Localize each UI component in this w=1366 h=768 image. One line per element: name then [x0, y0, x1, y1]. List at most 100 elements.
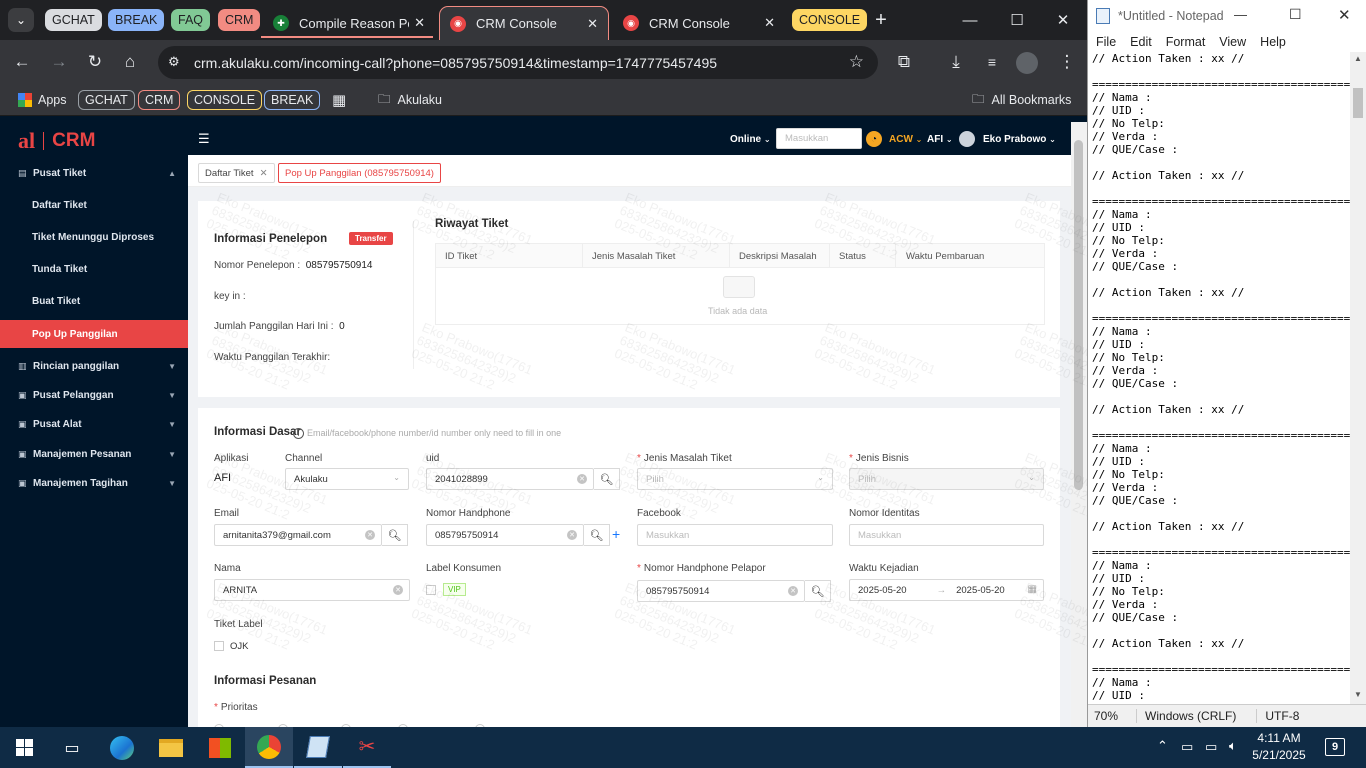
- sidebar-item-tiket-menunggu[interactable]: Tiket Menunggu Diproses: [0, 222, 188, 252]
- display-icon[interactable]: ▭: [1205, 739, 1217, 755]
- sidebar-group-alat[interactable]: ▣ Pusat Alat ▼: [0, 409, 188, 439]
- close-tab-icon[interactable]: ✕: [764, 15, 775, 31]
- bookmark-gchat[interactable]: GCHAT: [78, 90, 135, 110]
- clear-icon[interactable]: ✕: [567, 530, 577, 540]
- afi-dropdown[interactable]: AFI ⌄: [927, 134, 953, 145]
- tab-crm-console-active[interactable]: ◉ CRM Console ✕: [439, 6, 609, 40]
- site-info-icon[interactable]: ⚙: [168, 54, 180, 70]
- bookmark-console[interactable]: CONSOLE: [187, 90, 263, 110]
- user-avatar[interactable]: [959, 131, 975, 147]
- sidebar-group-pesanan[interactable]: ▣ Manajemen Pesanan ▼: [0, 439, 188, 469]
- maximize-icon[interactable]: ☐: [1289, 6, 1302, 23]
- clear-icon[interactable]: ✕: [788, 586, 798, 596]
- menu-view[interactable]: View: [1219, 35, 1246, 49]
- sidebar-group-tagihan[interactable]: ▣ Manajemen Tagihan ▼: [0, 468, 188, 498]
- close-tab-icon[interactable]: ✕: [260, 168, 268, 179]
- maximize-icon[interactable]: ☐: [1004, 8, 1030, 32]
- email-input[interactable]: arnitanita379@gmail.com ✕: [214, 524, 382, 546]
- close-tab-icon[interactable]: ✕: [414, 15, 425, 31]
- media-control-icon[interactable]: ≡: [980, 51, 1004, 73]
- tab-group-crm[interactable]: CRM: [218, 9, 261, 31]
- sidebar-item-daftar-tiket[interactable]: Daftar Tiket: [0, 190, 188, 220]
- add-phone-icon[interactable]: +: [612, 526, 620, 542]
- tab-group-faq[interactable]: FAQ: [171, 9, 211, 31]
- menu-file[interactable]: File: [1096, 35, 1116, 49]
- all-bookmarks[interactable]: 🗀 All Bookmarks: [966, 90, 1077, 110]
- address-bar[interactable]: ⚙ crm.akulaku.com/incoming-call?phone=08…: [158, 46, 878, 79]
- store-taskbar-button[interactable]: [196, 727, 244, 768]
- explorer-taskbar-button[interactable]: [147, 727, 195, 768]
- close-window-icon[interactable]: ✕: [1338, 6, 1351, 24]
- identity-input[interactable]: Masukkan: [849, 524, 1044, 546]
- profile-avatar[interactable]: [1016, 52, 1038, 74]
- bookmark-apps[interactable]: Apps: [12, 90, 73, 110]
- date-to[interactable]: 2025-05-20: [956, 585, 1005, 596]
- snipping-taskbar-button[interactable]: ✂: [343, 727, 391, 768]
- clear-icon[interactable]: ✕: [393, 585, 403, 595]
- nama-input[interactable]: ARNITA ✕: [214, 579, 410, 601]
- sidebar-item-tunda-tiket[interactable]: Tunda Tiket: [0, 254, 188, 284]
- start-button[interactable]: [0, 727, 48, 768]
- sidebar-group-pusat-tiket[interactable]: ▤ Pusat Tiket ▲: [0, 158, 188, 188]
- vip-checkbox[interactable]: [426, 585, 436, 595]
- jenis-masalah-select[interactable]: Pilih ⌄: [637, 468, 833, 490]
- scrollbar-thumb[interactable]: [1353, 88, 1363, 118]
- tab-search-icon[interactable]: ⌄: [8, 8, 34, 32]
- clear-icon[interactable]: ✕: [577, 474, 587, 484]
- reload-icon[interactable]: ↻: [83, 51, 107, 73]
- facebook-input[interactable]: Masukkan: [637, 524, 833, 546]
- new-tab-icon[interactable]: +: [868, 8, 894, 32]
- scrollbar-thumb[interactable]: [1074, 140, 1083, 490]
- extensions-icon[interactable]: ⧉: [892, 51, 916, 73]
- sidebar-item-pop-up-panggilan[interactable]: Pop Up Panggilan: [0, 320, 188, 348]
- date-range-picker[interactable]: 2025-05-20 → 2025-05-20 ▦: [849, 579, 1044, 601]
- tab-crm-console[interactable]: ◉ CRM Console ✕: [613, 6, 785, 40]
- ojk-checkbox[interactable]: [214, 641, 224, 651]
- tab-groups-icon[interactable]: ▦: [326, 90, 352, 110]
- close-tab-icon[interactable]: ✕: [587, 16, 598, 32]
- scroll-up-icon[interactable]: ▲: [1354, 54, 1362, 63]
- home-icon[interactable]: ⌂: [118, 51, 142, 73]
- scroll-down-icon[interactable]: ▼: [1354, 690, 1362, 699]
- notepad-scrollbar[interactable]: ▲ ▼: [1350, 52, 1366, 704]
- pelapor-search-button[interactable]: 🔍︎: [805, 580, 831, 602]
- tab-compile-reason[interactable]: ✚ Compile Reason Pe ✕: [263, 6, 435, 40]
- hp-input[interactable]: 085795750914 ✕: [426, 524, 584, 546]
- bookmark-crm[interactable]: CRM: [138, 90, 181, 110]
- date-from[interactable]: 2025-05-20: [858, 585, 907, 596]
- jenis-bisnis-select[interactable]: Pilih ⌄: [849, 468, 1044, 490]
- chrome-taskbar-button[interactable]: [245, 727, 293, 768]
- chevron-up-icon[interactable]: ⌃: [1157, 738, 1168, 754]
- menu-edit[interactable]: Edit: [1130, 35, 1152, 49]
- sidebar-item-buat-tiket[interactable]: Buat Tiket: [0, 286, 188, 316]
- clear-icon[interactable]: ✕: [365, 530, 375, 540]
- volume-icon[interactable]: 🔈︎: [1229, 738, 1237, 754]
- notepad-text-area[interactable]: // Action Taken : xx // ================…: [1088, 52, 1350, 704]
- close-window-icon[interactable]: ✕: [1050, 8, 1076, 32]
- pelapor-input[interactable]: 085795750914 ✕: [637, 580, 805, 602]
- user-menu[interactable]: Eko Prabowo ⌄: [983, 134, 1056, 145]
- page-tab-pop-up-panggilan[interactable]: Pop Up Panggilan (085795750914): [278, 163, 441, 183]
- email-search-button[interactable]: 🔍︎: [382, 524, 408, 546]
- download-icon[interactable]: ⤓: [944, 51, 968, 73]
- uid-search-button[interactable]: 🔍︎: [594, 468, 620, 490]
- notification-center[interactable]: 9: [1325, 738, 1345, 756]
- page-tab-daftar-tiket[interactable]: Daftar Tiket ✕: [198, 163, 275, 183]
- back-icon[interactable]: ←: [10, 51, 34, 73]
- minimize-icon[interactable]: —: [957, 8, 983, 32]
- edge-taskbar-button[interactable]: [98, 727, 146, 768]
- tab-group-gchat[interactable]: GCHAT: [45, 9, 102, 31]
- menu-fold-icon[interactable]: ☰: [198, 131, 210, 147]
- online-status-dropdown[interactable]: Online ⌄: [730, 134, 771, 145]
- menu-format[interactable]: Format: [1166, 35, 1206, 49]
- header-search-input[interactable]: Masukkan: [776, 128, 862, 149]
- network-icon[interactable]: ▭: [1181, 739, 1193, 755]
- minimize-icon[interactable]: —: [1234, 7, 1247, 22]
- chrome-menu-icon[interactable]: ⋮: [1055, 51, 1079, 73]
- bookmark-star-icon[interactable]: ☆: [849, 52, 864, 72]
- notepad-taskbar-button[interactable]: [294, 727, 342, 768]
- uid-input[interactable]: 2041028899 ✕: [426, 468, 594, 490]
- task-view-icon[interactable]: ▭: [48, 727, 96, 768]
- bookmark-folder-akulaku[interactable]: 🗀 Akulaku: [372, 90, 448, 110]
- page-scrollbar[interactable]: [1071, 122, 1087, 727]
